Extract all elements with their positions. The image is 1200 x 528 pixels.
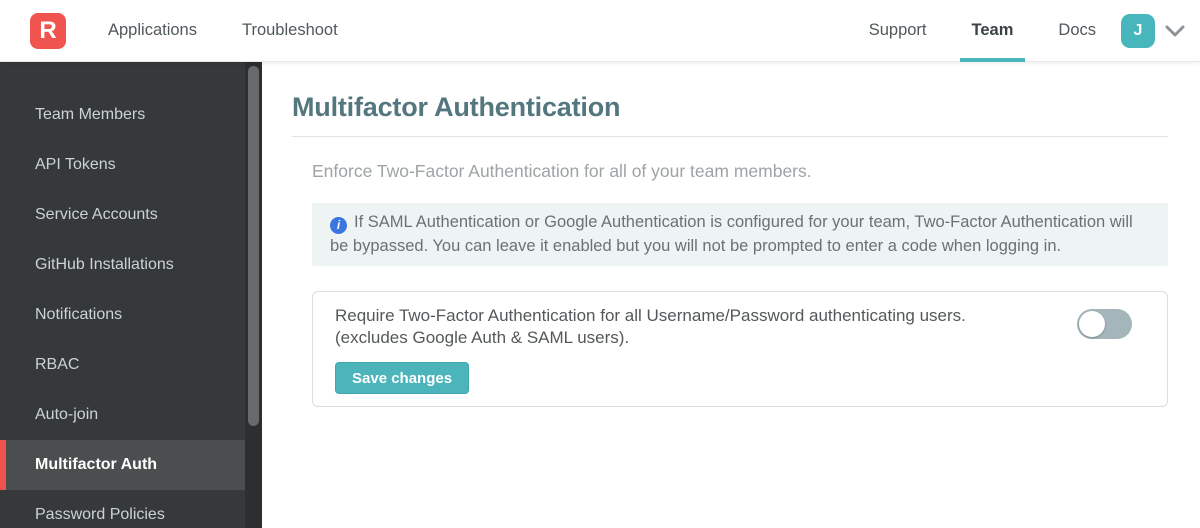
nav-item-support[interactable]: Support: [869, 0, 927, 62]
two-factor-setting-card: Require Two-Factor Authentication for al…: [312, 291, 1168, 407]
sidebar-item-password-policies[interactable]: Password Policies: [0, 490, 262, 528]
info-icon: i: [330, 217, 347, 235]
nav-item-applications[interactable]: Applications: [108, 0, 197, 62]
sidebar-item-api-tokens[interactable]: API Tokens: [0, 140, 262, 190]
sidebar: Team Members API Tokens Service Accounts…: [0, 62, 262, 528]
avatar-initial: J: [1133, 21, 1143, 39]
nav-item-team[interactable]: Team: [959, 0, 1026, 62]
rollbar-logo[interactable]: R: [30, 12, 66, 49]
sidebar-item-multifactor-auth[interactable]: Multifactor Auth: [0, 440, 262, 490]
info-note-text: If SAML Authentication or Google Authent…: [330, 213, 1133, 255]
chevron-down-icon[interactable]: [1164, 24, 1186, 38]
setting-label: Require Two-Factor Authentication for al…: [335, 305, 1075, 348]
nav-right-group: Support Team Docs J: [869, 0, 1200, 62]
sidebar-item-github-installations[interactable]: GitHub Installations: [0, 240, 262, 290]
info-note: i If SAML Authentication or Google Authen…: [312, 203, 1168, 266]
sidebar-item-team-members[interactable]: Team Members: [0, 90, 262, 140]
setting-label-line2: (excludes Google Auth & SAML users).: [335, 327, 630, 347]
nav-item-docs[interactable]: Docs: [1058, 0, 1096, 62]
sidebar-scrollbar-thumb[interactable]: [248, 66, 259, 426]
logo-letter: R: [39, 16, 57, 44]
two-factor-toggle[interactable]: [1077, 309, 1132, 339]
nav-item-troubleshoot[interactable]: Troubleshoot: [242, 0, 338, 62]
toggle-knob: [1079, 311, 1105, 337]
avatar[interactable]: J: [1121, 13, 1155, 48]
sidebar-item-notifications[interactable]: Notifications: [0, 290, 262, 340]
page-subtitle: Enforce Two-Factor Authentication for al…: [312, 161, 812, 181]
setting-label-line1: Require Two-Factor Authentication for al…: [335, 306, 966, 325]
save-changes-button[interactable]: Save changes: [335, 362, 470, 394]
nav-left-group: Applications Troubleshoot: [108, 0, 338, 62]
page-title: Multifactor Authentication: [292, 92, 621, 122]
sidebar-item-service-accounts[interactable]: Service Accounts: [0, 190, 262, 240]
main-content: Multifactor Authentication Enforce Two-F…: [262, 62, 1200, 528]
top-nav: R Applications Troubleshoot Support Team…: [0, 0, 1200, 62]
sidebar-item-rbac[interactable]: RBAC: [0, 340, 262, 390]
sidebar-scrollbar-track: [245, 62, 262, 528]
title-divider: [292, 136, 1168, 137]
sidebar-item-auto-join[interactable]: Auto-join: [0, 390, 262, 440]
